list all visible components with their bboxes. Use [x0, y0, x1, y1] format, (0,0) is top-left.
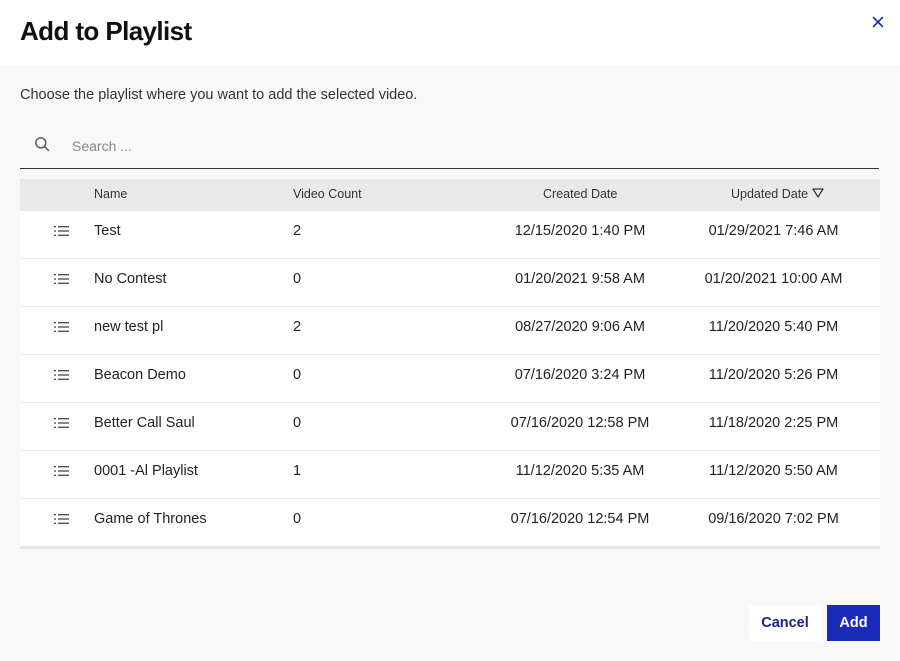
column-header-video-count[interactable]: Video Count [293, 187, 362, 201]
add-button[interactable]: Add [827, 605, 880, 641]
playlist-video-count: 2 [293, 223, 302, 239]
playlist-video-count: 0 [293, 367, 302, 383]
table-row[interactable]: No Contest 0 01/20/2021 9:58 AM 01/20/20… [20, 259, 880, 307]
playlist-updated-date: 01/20/2021 10:00 AM [704, 271, 843, 287]
column-header-created-date[interactable]: Created Date [543, 187, 617, 201]
playlist-icon [54, 418, 69, 428]
column-header-updated-date[interactable]: Updated Date [731, 187, 824, 201]
playlist-name: new test pl [94, 319, 164, 335]
playlist-video-count: 0 [293, 511, 302, 527]
playlist-name: Better Call Saul [94, 415, 195, 431]
playlist-name: Test [94, 223, 121, 239]
playlist-updated-date: 11/20/2020 5:26 PM [708, 367, 839, 383]
search-icon [35, 137, 50, 152]
playlist-name: Beacon Demo [94, 367, 186, 383]
table-row[interactable]: 0001 -Al Playlist 1 11/12/2020 5:35 AM 1… [20, 451, 880, 499]
search-input[interactable] [72, 132, 852, 160]
playlist-icon [54, 322, 69, 332]
column-header-updated-date-label: Updated Date [731, 187, 809, 201]
table-header: Name Video Count Created Date Updated Da… [20, 179, 880, 211]
playlist-icon [54, 514, 69, 524]
playlist-video-count: 2 [293, 319, 302, 335]
playlist-created-date: 01/20/2021 9:58 AM [515, 271, 645, 287]
dialog-title: Add to Playlist [20, 16, 192, 46]
playlist-name: 0001 -Al Playlist [94, 463, 198, 479]
playlist-updated-date: 11/12/2020 5:50 AM [709, 463, 838, 479]
playlist-created-date: 07/16/2020 12:58 PM [510, 415, 650, 431]
search-bar [20, 124, 879, 169]
playlist-updated-date: 01/29/2021 7:46 AM [708, 223, 839, 239]
column-header-name[interactable]: Name [94, 187, 127, 201]
table-row[interactable]: Better Call Saul 0 07/16/2020 12:58 PM 1… [20, 403, 880, 451]
dialog-subtitle: Choose the playlist where you want to ad… [20, 87, 418, 103]
playlist-icon [54, 226, 69, 236]
playlist-icon [54, 370, 69, 380]
playlist-updated-date: 09/16/2020 7:02 PM [708, 511, 839, 527]
table-row[interactable]: new test pl 2 08/27/2020 9:06 AM 11/20/2… [20, 307, 880, 355]
playlist-icon [54, 274, 69, 284]
playlist-created-date: 11/12/2020 5:35 AM [515, 463, 645, 479]
playlist-created-date: 08/27/2020 9:06 AM [515, 319, 645, 335]
playlist-icon [54, 466, 69, 476]
playlist-video-count: 0 [293, 415, 302, 431]
playlist-created-date: 12/15/2020 1:40 PM [514, 223, 646, 239]
close-icon[interactable] [870, 14, 886, 30]
table-row[interactable]: Game of Thrones 0 07/16/2020 12:54 PM 09… [20, 499, 880, 547]
playlist-video-count: 0 [293, 271, 302, 287]
cancel-button[interactable]: Cancel [749, 605, 821, 641]
table-row[interactable]: Test 2 12/15/2020 1:40 PM 01/29/2021 7:4… [20, 211, 880, 259]
playlist-updated-date: 11/20/2020 5:40 PM [708, 319, 839, 335]
table-row[interactable]: Beacon Demo 0 07/16/2020 3:24 PM 11/20/2… [20, 355, 880, 403]
sort-descending-icon[interactable] [812, 188, 824, 198]
playlist-created-date: 07/16/2020 12:54 PM [510, 511, 650, 527]
playlist-updated-date: 11/18/2020 2:25 PM [708, 415, 839, 431]
playlist-video-count: 1 [293, 463, 302, 479]
playlist-name: Game of Thrones [94, 511, 207, 527]
dialog-header: Add to Playlist [0, 0, 900, 66]
playlist-name: No Contest [94, 271, 167, 287]
playlist-created-date: 07/16/2020 3:24 PM [514, 367, 646, 383]
playlist-table: Name Video Count Created Date Updated Da… [20, 179, 880, 549]
